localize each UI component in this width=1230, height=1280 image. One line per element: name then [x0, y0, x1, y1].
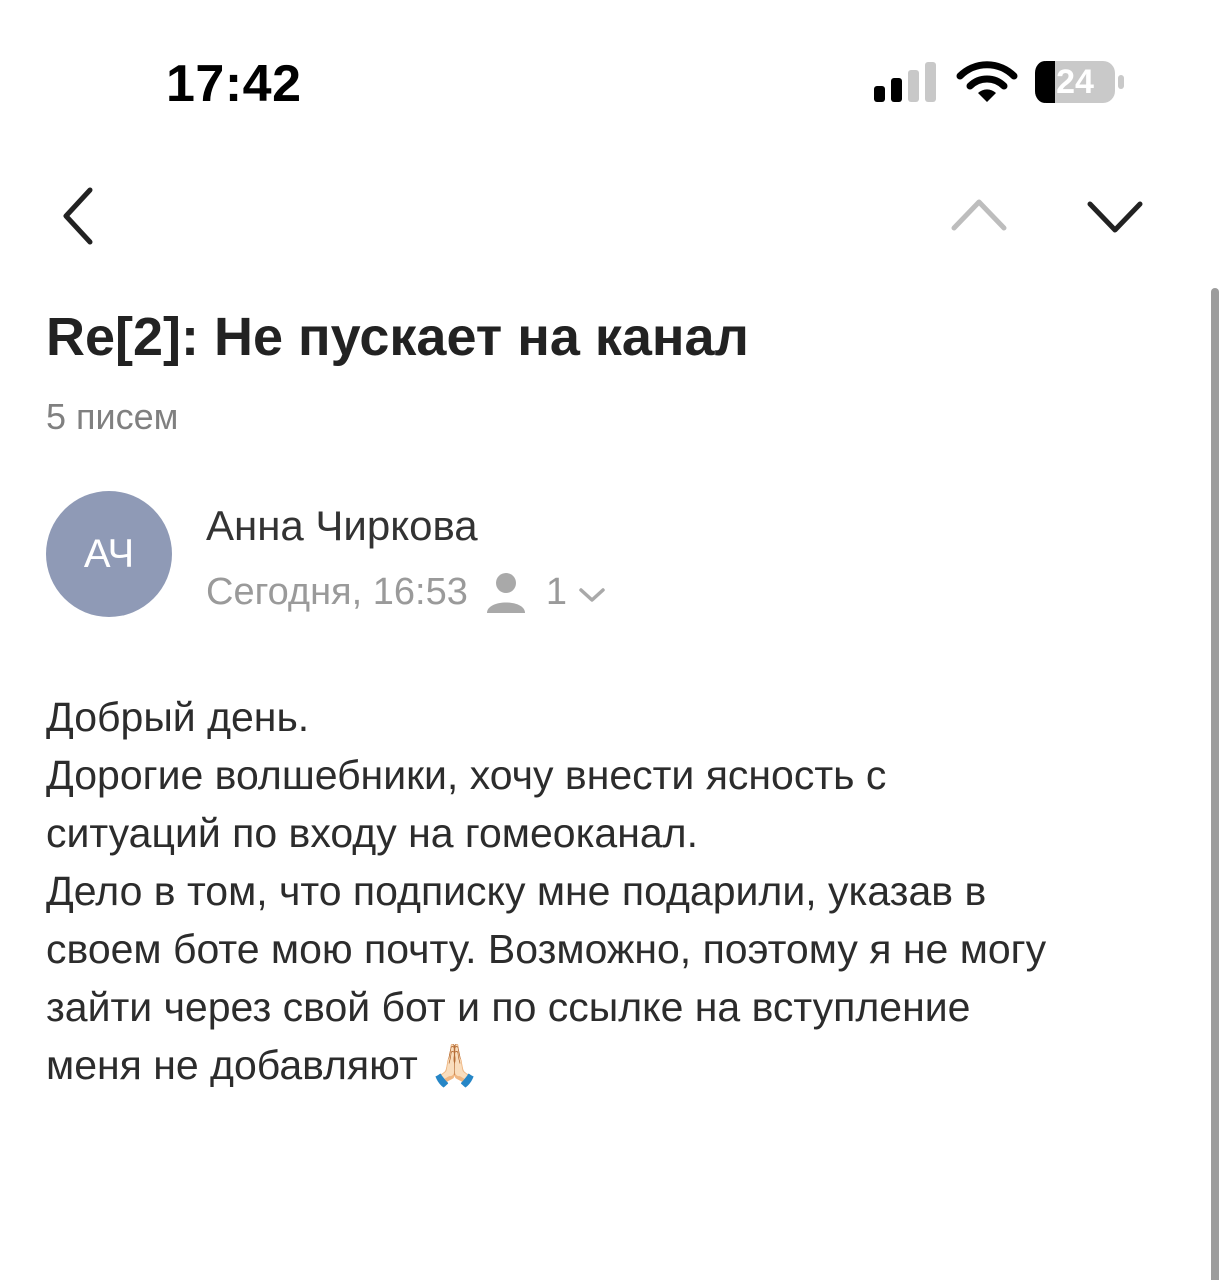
body-line: Добрый день.: [46, 694, 310, 740]
body-line: зайти через свой бот и по ссылке на всту…: [46, 984, 971, 1030]
message-date: Сегодня, 16:53: [206, 570, 468, 613]
chevron-left-icon[interactable]: [58, 184, 102, 250]
status-time: 17:42: [166, 55, 302, 113]
battery-level: 24: [1056, 63, 1094, 101]
body-line: Дело в том, что подписку мне подарили, у…: [46, 868, 987, 914]
message-body: Добрый день. Дорогие волшебники, хочу вн…: [46, 688, 1196, 1094]
message-meta: Сегодня, 16:53 1: [206, 566, 607, 618]
recipient-count: 1: [545, 570, 567, 613]
body-line: Дорогие волшебники, хочу внести ясность …: [46, 752, 887, 798]
email-thread-screen: 17:42 24 Re[2]: Не пускает на канал 5 пи…: [0, 0, 1230, 1280]
scrollbar[interactable]: [1211, 288, 1219, 1280]
wifi-icon: [956, 61, 1018, 102]
chevron-up-icon[interactable]: [948, 194, 1010, 234]
avatar[interactable]: АЧ: [46, 491, 172, 617]
thread-subject: Re[2]: Не пускает на канал: [46, 307, 749, 367]
message-count: 5 писем: [46, 396, 179, 437]
body-line: меня не добавляют 🙏🏻: [46, 1042, 481, 1088]
signal-icon: [874, 62, 936, 102]
sender-name[interactable]: Анна Чиркова: [206, 502, 478, 550]
body-line: своем боте мою почту. Возможно, поэтому …: [46, 926, 1047, 972]
body-line: ситуаций по входу на гомеоканал.: [46, 810, 698, 856]
chevron-down-icon[interactable]: [1084, 198, 1146, 238]
chevron-down-icon: [579, 588, 605, 602]
recipients-toggle[interactable]: 1: [484, 569, 607, 615]
person-icon: [486, 573, 525, 613]
